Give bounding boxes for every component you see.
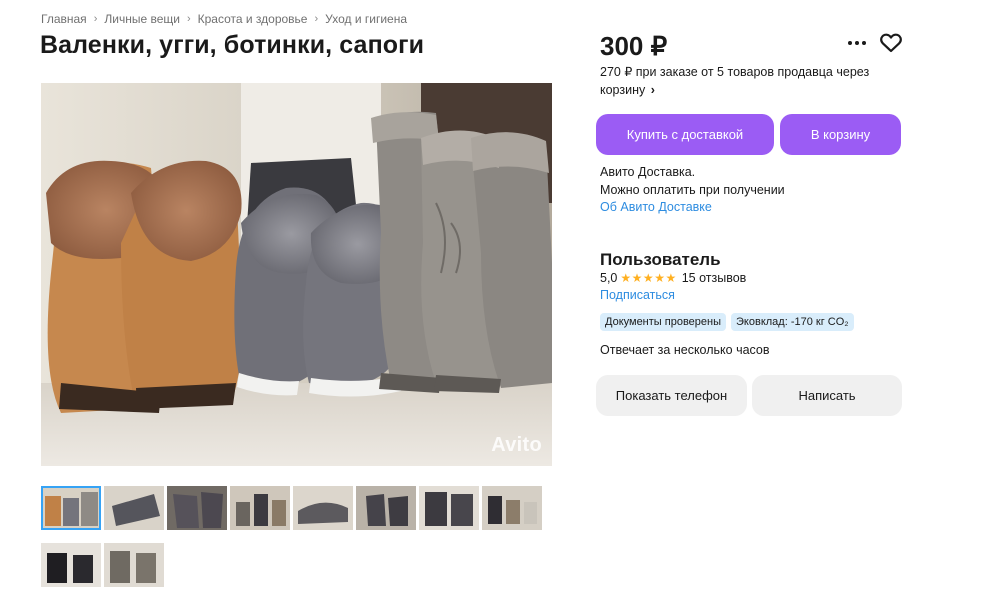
breadcrumb: Главная › Личные вещи › Красота и здоров… bbox=[41, 12, 407, 26]
boots-photo-image bbox=[41, 83, 552, 466]
delivery-line-2: Можно оплатить при получении bbox=[600, 182, 785, 197]
star-icon: ★ bbox=[620, 271, 632, 285]
thumbnail-6[interactable] bbox=[356, 486, 416, 530]
eco-contribution-badge[interactable]: Эковклад: -170 кг CO₂ bbox=[731, 313, 854, 331]
thumbnail-8[interactable] bbox=[482, 486, 542, 530]
thumbnail-3[interactable] bbox=[167, 486, 227, 530]
breadcrumb-separator-icon: › bbox=[186, 13, 191, 25]
breadcrumb-separator-icon: › bbox=[93, 13, 98, 25]
reviews-link[interactable]: 15 отзывов bbox=[682, 271, 747, 285]
add-to-cart-button[interactable]: В корзину bbox=[780, 114, 901, 155]
price: 300 ₽ bbox=[600, 31, 668, 61]
breadcrumb-beauty-health[interactable]: Красота и здоровье bbox=[198, 12, 308, 26]
avito-watermark: Avito bbox=[491, 434, 542, 456]
thumbnail-4[interactable] bbox=[230, 486, 290, 530]
page-title: Валенки, угги, ботинки, сапоги bbox=[40, 31, 425, 59]
star-icon: ★ bbox=[631, 271, 643, 285]
breadcrumb-care-hygiene[interactable]: Уход и гигиена bbox=[325, 12, 407, 26]
about-delivery-link[interactable]: Об Авито Доставке bbox=[600, 199, 785, 217]
seller-rating: 5,0 ★ ★ ★ ★ ★ 15 отзывов bbox=[600, 271, 746, 285]
breadcrumb-personal-items[interactable]: Личные вещи bbox=[104, 12, 180, 26]
response-time: Отвечает за несколько часов bbox=[600, 343, 770, 357]
star-icon: ★ bbox=[642, 271, 654, 285]
star-icon: ★ bbox=[654, 271, 665, 285]
subscribe-link[interactable]: Подписаться bbox=[600, 288, 675, 302]
documents-verified-badge[interactable]: Документы проверены bbox=[600, 313, 727, 331]
bulk-price-link[interactable]: 270 ₽ при заказе от 5 товаров продавца ч… bbox=[600, 63, 900, 99]
show-phone-button[interactable]: Показать телефон bbox=[596, 375, 747, 416]
rating-stars: ★ ★ ★ ★ ★ bbox=[620, 272, 676, 284]
delivery-info: Авито Доставка. Можно оплатить при получ… bbox=[600, 164, 785, 217]
buy-with-delivery-button[interactable]: Купить с доставкой bbox=[596, 114, 774, 155]
chevron-right-icon: › bbox=[650, 83, 655, 97]
bulk-price-text: 270 ₽ при заказе от 5 товаров продавца ч… bbox=[600, 65, 870, 97]
main-photo[interactable]: Avito bbox=[41, 83, 552, 466]
write-message-button[interactable]: Написать bbox=[752, 375, 902, 416]
breadcrumb-home[interactable]: Главная bbox=[41, 12, 87, 26]
thumbnail-7[interactable] bbox=[419, 486, 479, 530]
thumbnail-5[interactable] bbox=[293, 486, 353, 530]
delivery-line-1: Авито Доставка. bbox=[600, 165, 696, 179]
rating-value: 5,0 bbox=[600, 271, 618, 285]
thumbnail-1[interactable] bbox=[41, 486, 101, 530]
breadcrumb-separator-icon: › bbox=[314, 13, 319, 25]
thumbnail-10[interactable] bbox=[104, 543, 164, 587]
more-dots-icon[interactable] bbox=[846, 33, 868, 53]
thumbnail-9[interactable] bbox=[41, 543, 101, 587]
seller-name[interactable]: Пользователь bbox=[600, 250, 721, 270]
seller-badges: Документы проверены Эковклад: -170 кг CO… bbox=[600, 313, 854, 331]
star-icon: ★ bbox=[665, 271, 677, 285]
heart-icon[interactable] bbox=[878, 31, 904, 55]
thumbnail-2[interactable] bbox=[104, 486, 164, 530]
